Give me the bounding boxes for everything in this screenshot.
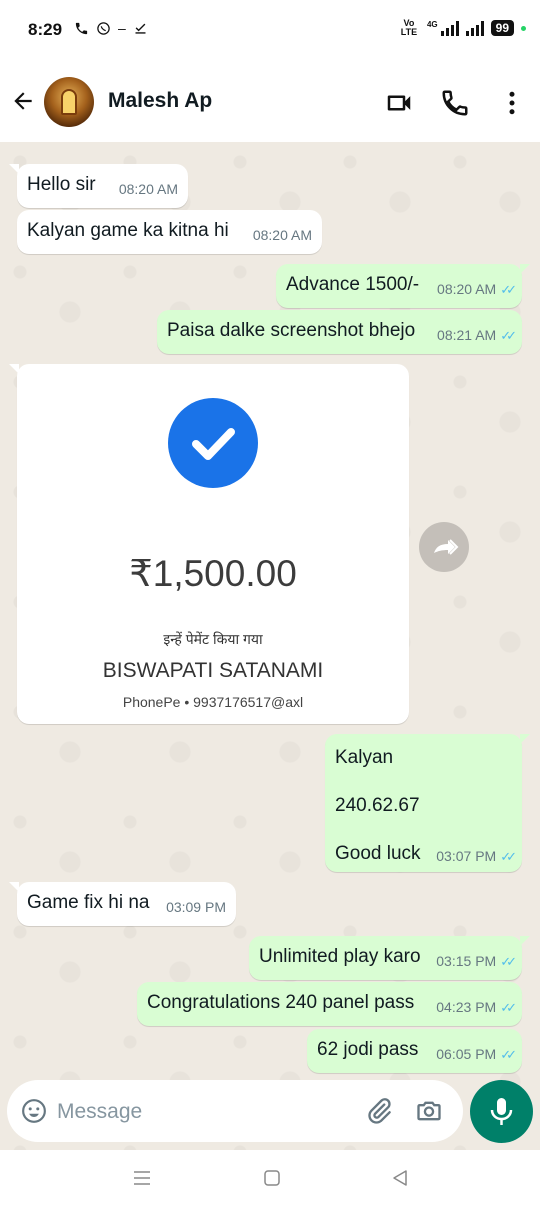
check-download-icon xyxy=(135,23,146,34)
network-type: 4G xyxy=(426,19,438,29)
chat-area[interactable]: Hello sir 08:20 AM Kalyan game ka kitna … xyxy=(0,142,540,1150)
forward-button[interactable] xyxy=(419,522,469,572)
voice-message-button[interactable] xyxy=(470,1080,533,1143)
message-bubble[interactable]: Advance 1500/- 08:20 AM ✓✓ xyxy=(276,264,530,308)
system-nav-bar xyxy=(0,1150,540,1206)
status-bar: 8:29 – Vo LTE 4G 99 xyxy=(0,0,540,62)
read-ticks-icon: ✓✓ xyxy=(500,1000,517,1015)
read-ticks-icon: ✓✓ xyxy=(500,954,517,969)
message-text: Advance 1500/- xyxy=(286,274,420,295)
phone-icon[interactable] xyxy=(440,88,470,118)
message-bubble[interactable]: Hello sir 08:20 AM xyxy=(9,164,188,208)
attach-icon[interactable] xyxy=(365,1097,393,1125)
message-time: 03:09 PM xyxy=(166,899,226,915)
status-right-icons: Vo LTE 4G 99 xyxy=(398,19,526,37)
camera-icon[interactable] xyxy=(415,1097,443,1125)
message-time: 04:23 PM xyxy=(436,999,497,1015)
message-text: Kalyan game ka kitna hi xyxy=(27,220,229,241)
message-text: 62 jodi pass xyxy=(317,1039,419,1060)
call-icon xyxy=(75,22,88,34)
volte-label: Vo LTE xyxy=(400,18,418,37)
message-time: 08:20 AM xyxy=(437,281,497,297)
message-line: Kalyan xyxy=(335,747,394,768)
back-icon[interactable] xyxy=(391,1169,409,1187)
avatar[interactable] xyxy=(44,77,94,127)
payee-upi: PhonePe • 9937176517@axl xyxy=(122,694,304,710)
message-text: Congratulations 240 panel pass xyxy=(147,992,415,1013)
message-bubble[interactable]: Game fix hi na 03:09 PM xyxy=(9,882,236,926)
read-ticks-icon: ✓✓ xyxy=(500,1047,517,1062)
forward-icon xyxy=(434,539,459,555)
message-bubble[interactable]: Paisa dalke screenshot bhejo 08:21 AM ✓✓ xyxy=(157,310,522,354)
message-time: 03:15 PM xyxy=(436,953,497,969)
status-time: 8:29 xyxy=(28,20,63,39)
message-time: 08:21 AM xyxy=(437,327,497,343)
payment-amount: ₹1,500.00 xyxy=(129,553,297,594)
home-icon[interactable] xyxy=(263,1169,281,1187)
read-ticks-icon: ✓✓ xyxy=(500,849,517,864)
message-meta: 03:07 PM ✓✓ xyxy=(436,848,517,865)
message-meta: 06:05 PM ✓✓ xyxy=(436,1043,517,1066)
message-meta: 08:20 AM ✓✓ xyxy=(437,278,517,301)
message-meta: 08:21 AM ✓✓ xyxy=(437,324,517,347)
message-time: 08:20 AM xyxy=(118,181,178,197)
signal-2-icon xyxy=(465,20,484,36)
message-meta: 03:15 PM ✓✓ xyxy=(436,950,517,973)
menu-icon[interactable] xyxy=(133,1169,151,1187)
message-time: 06:05 PM xyxy=(436,1046,497,1062)
read-ticks-icon: ✓✓ xyxy=(500,282,517,297)
message-bubble[interactable]: Congratulations 240 panel pass 04:23 PM ✓… xyxy=(137,982,522,1026)
message-text: Hello sir xyxy=(27,174,96,195)
contact-name[interactable]: Malesh Ap xyxy=(108,89,212,113)
message-bubble[interactable]: Kalyan 240.62.67 Good luck 03:07 PM ✓✓ xyxy=(325,734,530,872)
message-text: Paisa dalke screenshot bhejo xyxy=(167,320,416,341)
whatsapp-icon xyxy=(97,21,110,35)
message-time: 03:07 PM xyxy=(436,848,497,864)
mic-icon xyxy=(490,1098,513,1125)
message-time: 08:20 AM xyxy=(252,227,312,243)
message-bubble[interactable]: Kalyan game ka kitna hi 08:20 AM xyxy=(17,210,322,254)
payment-screenshot-image[interactable]: ₹1,500.00 इन्हें पेमेंट किया गया BISWAPA… xyxy=(9,364,409,724)
battery-level: 99 xyxy=(490,20,514,36)
message-input[interactable]: Message xyxy=(57,1100,142,1124)
message-text: Unlimited play karo xyxy=(259,946,421,967)
emoji-icon[interactable] xyxy=(21,1098,47,1124)
message-line: 240.62.67 xyxy=(335,795,420,816)
read-ticks-icon: ✓✓ xyxy=(500,328,517,343)
more-vert-icon[interactable] xyxy=(497,88,527,118)
payee-name: BISWAPATI SATANAMI xyxy=(102,659,324,682)
signal-1-icon xyxy=(440,20,459,36)
chat-header: Malesh Ap xyxy=(0,62,540,142)
message-bubble[interactable]: 62 jodi pass 06:05 PM ✓✓ xyxy=(307,1029,522,1073)
dash-icon: – xyxy=(118,20,126,36)
payment-success-icon xyxy=(168,398,258,488)
payment-paid-to-label: इन्हें पेमेंट किया गया xyxy=(163,631,263,647)
video-call-icon[interactable] xyxy=(384,88,414,118)
message-input-bar[interactable]: Message xyxy=(7,1080,463,1142)
privacy-dot-icon xyxy=(521,25,526,31)
message-text: Game fix hi na xyxy=(27,892,150,913)
message-bubble[interactable]: Unlimited play karo 03:15 PM ✓✓ xyxy=(249,936,530,980)
message-meta: 04:23 PM ✓✓ xyxy=(436,996,517,1019)
back-arrow-icon[interactable] xyxy=(10,88,36,114)
status-notification-icons: – xyxy=(74,20,148,36)
